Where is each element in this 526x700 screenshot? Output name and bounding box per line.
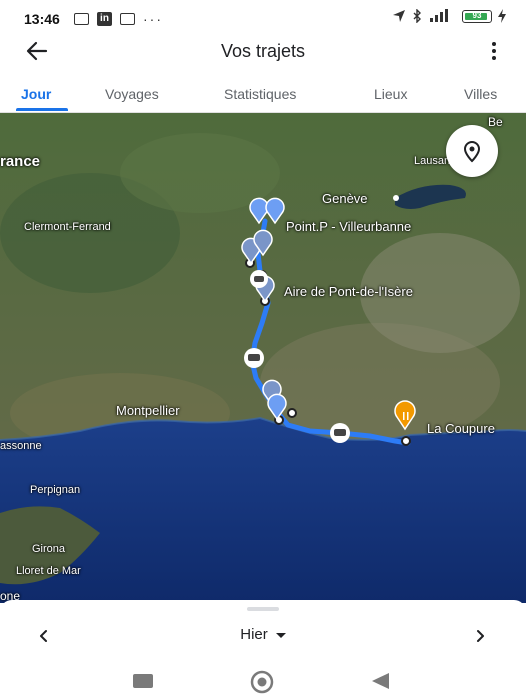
map-label-villeurbanne[interactable]: Point.P - Villeurbanne bbox=[286, 219, 411, 234]
chevron-down-icon bbox=[275, 632, 286, 638]
map-label-carcassonne: assonne bbox=[0, 440, 42, 452]
message-icon bbox=[120, 13, 135, 25]
map-label-la-coupure[interactable]: La Coupure bbox=[427, 421, 495, 436]
map-pin-icon bbox=[463, 140, 481, 163]
page-title: Vos trajets bbox=[220, 41, 306, 61]
linkedin-icon: in bbox=[97, 12, 112, 26]
map-view[interactable]: rance Be Lausanne Genève Clermont-Ferran… bbox=[0, 113, 526, 603]
back-triangle-icon[interactable] bbox=[370, 672, 390, 690]
next-day-button[interactable] bbox=[468, 624, 492, 648]
map-label-montpellier: Montpellier bbox=[116, 403, 180, 418]
day-label: Hier bbox=[240, 626, 268, 643]
app-bar: Vos trajets bbox=[0, 38, 526, 66]
map-label-clermont-ferrand: Clermont-Ferrand bbox=[24, 221, 111, 233]
more-vert-icon bbox=[492, 42, 496, 46]
system-nav-bar bbox=[0, 660, 526, 700]
signal-icon bbox=[430, 9, 448, 22]
map-label-perpignan: Perpignan bbox=[30, 484, 81, 496]
home-circle-icon[interactable] bbox=[249, 669, 275, 695]
tab-voyages[interactable]: Voyages bbox=[105, 86, 159, 102]
tab-bar: Jour Voyages Statistiques Lieux Villes bbox=[0, 80, 526, 113]
message-icon bbox=[74, 13, 89, 25]
satellite-map bbox=[0, 113, 526, 603]
locate-button[interactable] bbox=[446, 125, 498, 177]
more-dots-icon: ··· bbox=[143, 11, 163, 27]
map-label-lloret-de-mar: Lloret de Mar bbox=[16, 565, 81, 577]
charging-icon bbox=[498, 9, 506, 23]
location-arrow-icon bbox=[393, 10, 405, 22]
day-selector[interactable]: Hier bbox=[0, 626, 526, 643]
status-time: 13:46 bbox=[24, 11, 60, 27]
tab-jour[interactable]: Jour bbox=[21, 86, 51, 102]
tab-statistiques[interactable]: Statistiques bbox=[224, 86, 296, 102]
status-notification-icons: in ··· bbox=[74, 11, 163, 27]
more-options-button[interactable] bbox=[490, 42, 498, 64]
battery-text: 93 bbox=[472, 10, 482, 20]
bottom-sheet: Hier bbox=[0, 600, 526, 660]
map-label-girona: Girona bbox=[32, 543, 66, 555]
recents-square-icon[interactable] bbox=[133, 674, 153, 688]
bluetooth-icon bbox=[413, 9, 421, 23]
map-label-france: rance bbox=[0, 153, 41, 170]
active-tab-indicator bbox=[16, 108, 68, 111]
tab-villes[interactable]: Villes bbox=[464, 86, 497, 102]
map-label-aire-pont-de-lisere[interactable]: Aire de Pont-de-l'Isère bbox=[284, 284, 413, 299]
chevron-right-icon bbox=[477, 630, 484, 642]
sheet-drag-handle[interactable] bbox=[247, 607, 279, 611]
map-label-geneve: Genève bbox=[322, 191, 368, 206]
status-system-icons: 93 bbox=[392, 9, 506, 23]
tab-lieux[interactable]: Lieux bbox=[374, 86, 407, 102]
battery-icon: 93 bbox=[462, 9, 492, 23]
status-bar: 13:46 in ··· 93 bbox=[0, 0, 526, 38]
